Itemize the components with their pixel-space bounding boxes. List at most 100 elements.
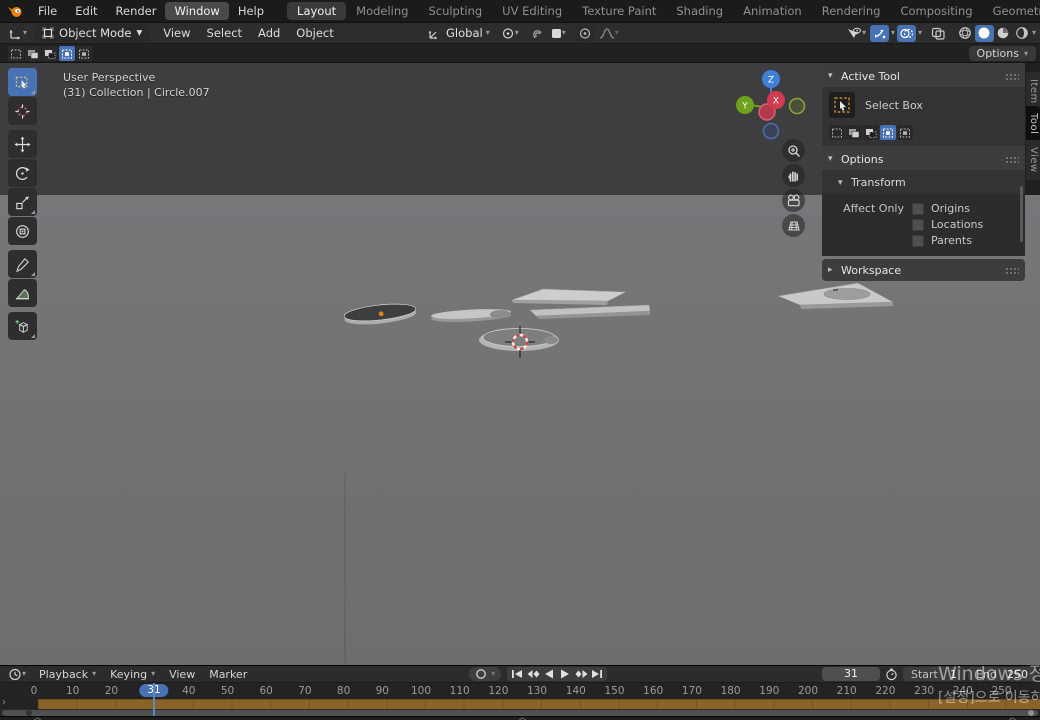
mode-selector[interactable]: Object Mode ▾ <box>35 24 149 42</box>
shading-wireframe-button[interactable] <box>956 25 975 42</box>
timeline-ruler[interactable]: 0102040506070809010011012013014015016017… <box>0 683 1040 699</box>
camera-icon[interactable] <box>782 189 805 212</box>
menu-help[interactable]: Help <box>229 2 273 20</box>
select-mode-extend-icon[interactable] <box>25 46 41 61</box>
tool-measure-button[interactable] <box>8 279 37 307</box>
orientation-label[interactable]: Global <box>446 26 483 40</box>
workspace-tab-uv-editing[interactable]: UV Editing <box>492 2 572 20</box>
shading-rendered-button[interactable] <box>1013 25 1032 42</box>
transform-orientation-button[interactable] <box>425 25 443 42</box>
tool-select-box-button[interactable] <box>8 68 37 96</box>
jump-to-start-button[interactable] <box>509 667 525 681</box>
grid-ortho-icon[interactable] <box>782 214 805 237</box>
sidebar-tab-view[interactable]: View <box>1026 140 1040 180</box>
snap-target-button[interactable]: ▾ <box>549 25 568 42</box>
workspace-tab-shading[interactable]: Shading <box>666 2 733 20</box>
axis-neg-z-ball[interactable] <box>764 124 779 139</box>
stopwatch-icon[interactable] <box>883 666 900 683</box>
workspace-tab-modeling[interactable]: Modeling <box>346 2 418 20</box>
checkbox-locations[interactable] <box>912 219 924 231</box>
workspace-tab-layout[interactable]: Layout <box>287 2 346 20</box>
panel-grip-icon[interactable] <box>1005 73 1019 80</box>
chevron-down-icon[interactable]: ▾ <box>891 29 895 37</box>
jump-to-end-button[interactable] <box>589 667 605 681</box>
tool-rotate-button[interactable] <box>8 159 37 187</box>
snap-magnet-icon[interactable] <box>528 25 546 42</box>
mesh-ring-center[interactable] <box>479 329 559 352</box>
frame-start-field[interactable]: Start 1 <box>903 667 965 681</box>
timeline-editor-type-button[interactable]: ▾ <box>6 666 28 683</box>
viewport-3d[interactable]: User Perspective (31) Collection | Circl… <box>0 63 1040 665</box>
timeline-menu-view[interactable]: View <box>162 668 202 681</box>
panel-grip-icon[interactable] <box>1005 156 1019 163</box>
timeline-menu-playback[interactable]: Playback▾ <box>32 668 103 681</box>
sidebar-tab-item[interactable]: Item <box>1026 72 1040 111</box>
select-mode-extend-icon[interactable] <box>846 125 862 140</box>
panel-header-workspace[interactable]: ▸ Workspace <box>822 259 1025 281</box>
viewport-menu-add[interactable]: Add <box>250 24 288 42</box>
auto-key-button[interactable]: ▾ <box>469 667 501 681</box>
timeline-menu-marker[interactable]: Marker <box>202 668 254 681</box>
tool-transform-button[interactable] <box>8 217 37 245</box>
viewport-menu-object[interactable]: Object <box>288 24 341 42</box>
timeline-menu-keying[interactable]: Keying▾ <box>103 668 162 681</box>
select-mode-subtract-icon[interactable] <box>42 46 58 61</box>
axis-x-ball[interactable]: X <box>767 91 785 109</box>
select-mode-intersect-icon[interactable] <box>76 46 92 61</box>
menu-window[interactable]: Window <box>165 2 228 20</box>
workspace-tab-rendering[interactable]: Rendering <box>812 2 891 20</box>
options-dropdown[interactable]: Options ▾ <box>969 46 1036 61</box>
tool-cursor-button[interactable] <box>8 97 37 125</box>
navigation-gizmo[interactable]: Z Y X <box>735 68 815 148</box>
shading-material-button[interactable] <box>994 25 1013 42</box>
chevron-down-icon[interactable]: ▾ <box>1032 29 1036 37</box>
zoom-icon[interactable] <box>782 139 805 162</box>
select-mode-invert-icon[interactable] <box>880 125 896 140</box>
panel-scrollbar[interactable] <box>1020 186 1023 242</box>
transform-subpanel-header[interactable]: ▾ Transform <box>822 170 1025 194</box>
tool-add-cube-button[interactable] <box>8 312 37 340</box>
select-mode-set-icon[interactable] <box>829 125 845 140</box>
chevron-down-icon[interactable]: ▾ <box>918 29 922 37</box>
mesh-wedge-lower[interactable] <box>530 305 650 319</box>
next-keyframe-button[interactable] <box>573 667 589 681</box>
workspace-tab-compositing[interactable]: Compositing <box>890 2 982 20</box>
select-mode-set-icon[interactable] <box>8 46 24 61</box>
workspace-tab-texture-paint[interactable]: Texture Paint <box>572 2 666 20</box>
select-mode-intersect-icon[interactable] <box>897 125 913 140</box>
mesh-disc-left[interactable] <box>343 301 417 327</box>
gizmos-toggle-button[interactable] <box>870 25 889 42</box>
expand-channels-icon[interactable]: › <box>2 697 6 708</box>
checkbox-parents[interactable] <box>912 235 924 247</box>
visibility-toggles-button[interactable]: ▾ <box>844 25 868 42</box>
viewport-menu-view[interactable]: View <box>155 24 198 42</box>
proportional-editing-button[interactable] <box>576 25 594 42</box>
workspace-tab-geometry-nodes[interactable]: Geometry Nodes <box>983 2 1040 20</box>
timeline-range-row[interactable]: › <box>0 699 1040 709</box>
panel-header-options[interactable]: ▾ Options <box>822 148 1025 170</box>
select-mode-subtract-icon[interactable] <box>863 125 879 140</box>
select-box-tool-chip[interactable] <box>829 92 855 118</box>
checkbox-origins[interactable] <box>912 203 924 215</box>
menu-file[interactable]: File <box>29 2 66 20</box>
mesh-disc-middle[interactable] <box>431 308 512 324</box>
current-frame-field[interactable]: 31 <box>822 667 880 681</box>
axis-neg-y-ball[interactable] <box>790 99 805 114</box>
tool-scale-button[interactable] <box>8 188 37 216</box>
play-button[interactable] <box>557 667 573 681</box>
falloff-curve-button[interactable]: ▾ <box>597 25 621 42</box>
panel-grip-icon[interactable] <box>1005 267 1019 274</box>
mesh-wedge-upper[interactable] <box>512 289 626 305</box>
pivot-point-button[interactable]: ▾ <box>499 25 521 42</box>
frame-end-field[interactable]: End 250 <box>968 667 1036 681</box>
axis-z-ball[interactable]: Z <box>762 70 780 88</box>
shading-solid-button[interactable] <box>975 25 994 42</box>
blender-logo-icon[interactable] <box>7 4 23 18</box>
xray-toggle-button[interactable] <box>929 25 948 42</box>
tool-annotate-button[interactable] <box>8 250 37 278</box>
play-reverse-button[interactable] <box>541 667 557 681</box>
editor-type-button[interactable]: ▾ <box>6 25 29 42</box>
viewport-menu-select[interactable]: Select <box>199 24 250 42</box>
pan-hand-icon[interactable] <box>782 164 805 187</box>
panel-header-active-tool[interactable]: ▾ Active Tool <box>822 65 1025 87</box>
